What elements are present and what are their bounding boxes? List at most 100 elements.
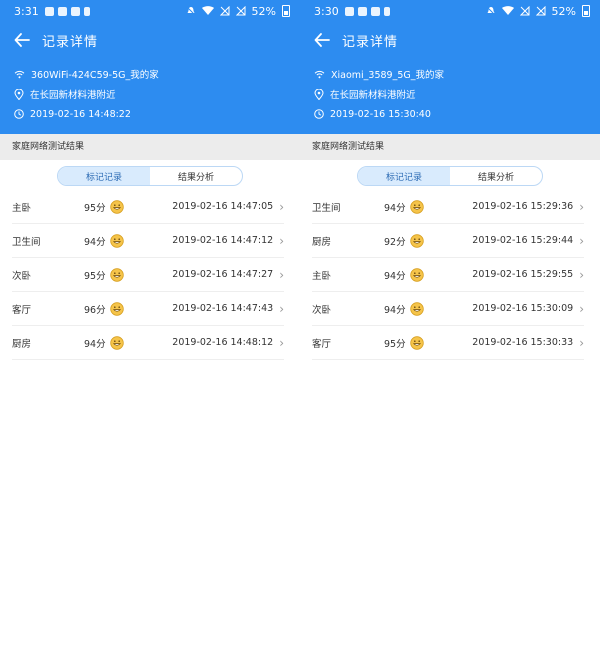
location-pin-icon xyxy=(314,88,324,100)
status-bar: 3:31 52% xyxy=(0,0,300,22)
room-name: 厨房 xyxy=(12,338,32,350)
list-item[interactable]: 卫生间 94分 2019-02-16 15:29:36 › xyxy=(312,190,584,224)
wifi-signal-icon xyxy=(201,6,214,15)
status-time: 3:30 xyxy=(314,4,339,18)
room-name: 主卧 xyxy=(12,202,32,214)
image-notification-icon xyxy=(370,6,380,16)
image-notification-icon xyxy=(70,6,80,16)
phone-left: 3:31 52% 记录详情 360WiFi-424C59-5G_我的家 在长园新… xyxy=(0,0,300,649)
page-title: 记录详情 xyxy=(342,34,399,50)
record-time: 2019-02-16 14:47:43 xyxy=(172,303,274,314)
list-item[interactable]: 主卧 94分 2019-02-16 15:29:55 › xyxy=(312,258,584,292)
battery-percent: 52% xyxy=(251,4,276,18)
record-timestamp: 2019-02-16 14:48:22 xyxy=(30,108,131,120)
time-row: 2019-02-16 14:48:22 xyxy=(14,104,300,124)
smiley-face-icon xyxy=(410,301,424,316)
list-item[interactable]: 客厅 96分 2019-02-16 14:47:43 › xyxy=(12,292,284,326)
room-name: 次卧 xyxy=(312,304,332,316)
score: 96分 xyxy=(84,304,106,316)
tab-mark-records[interactable]: 标记记录 xyxy=(358,167,450,185)
list-item[interactable]: 厨房 94分 2019-02-16 14:48:12 › xyxy=(12,326,284,360)
header: 3:31 52% 记录详情 360WiFi-424C59-5G_我的家 在长园新… xyxy=(0,0,300,134)
section-header: 家庭网络测试结果 xyxy=(0,134,300,160)
app-notification-icon xyxy=(44,6,54,16)
tab-result-analysis[interactable]: 结果分析 xyxy=(450,167,542,185)
list-item[interactable]: 次卧 94分 2019-02-16 15:30:09 › xyxy=(312,292,584,326)
room-name: 厨房 xyxy=(312,236,332,248)
back-arrow-icon xyxy=(314,33,330,47)
list-item[interactable]: 客厅 95分 2019-02-16 15:30:33 › xyxy=(312,326,584,360)
chevron-right-icon: › xyxy=(279,267,284,282)
battery-icon xyxy=(582,5,590,17)
clock-icon xyxy=(314,109,324,119)
smiley-face-icon xyxy=(110,335,124,350)
record-time: 2019-02-16 15:30:09 xyxy=(472,303,574,314)
clock-icon xyxy=(14,109,24,119)
score: 94分 xyxy=(84,338,106,350)
record-list: 卫生间 94分 2019-02-16 15:29:36 › 厨房 92分 201… xyxy=(300,190,600,360)
chevron-right-icon: › xyxy=(579,233,584,248)
smiley-face-icon xyxy=(410,267,424,282)
location-text: 在长园新材料港附近 xyxy=(330,90,416,101)
wifi-icon xyxy=(14,70,25,78)
app-notification-icon xyxy=(344,6,354,16)
segmented-control: 标记记录 结果分析 xyxy=(57,166,243,186)
record-list: 主卧 95分 2019-02-16 14:47:05 › 卫生间 94分 201… xyxy=(0,190,300,360)
system-icons: 52% xyxy=(186,5,290,18)
app-notification-icon xyxy=(357,6,367,16)
chevron-right-icon: › xyxy=(579,301,584,316)
section-header: 家庭网络测试结果 xyxy=(300,134,600,160)
score: 94分 xyxy=(384,270,406,282)
list-item[interactable]: 卫生间 94分 2019-02-16 14:47:12 › xyxy=(12,224,284,258)
wifi-row: 360WiFi-424C59-5G_我的家 xyxy=(14,64,300,84)
title-bar: 记录详情 xyxy=(300,22,600,58)
tab-result-analysis[interactable]: 结果分析 xyxy=(150,167,242,185)
mute-bell-icon xyxy=(186,6,195,16)
time-row: 2019-02-16 15:30:40 xyxy=(314,104,600,124)
record-time: 2019-02-16 15:29:44 xyxy=(472,235,574,246)
no-sim-icon xyxy=(519,6,530,16)
chevron-right-icon: › xyxy=(279,233,284,248)
list-item[interactable]: 次卧 95分 2019-02-16 14:47:27 › xyxy=(12,258,284,292)
wifi-icon xyxy=(314,70,325,78)
room-name: 卫生间 xyxy=(312,202,341,214)
score: 95分 xyxy=(84,202,106,214)
wifi-signal-icon xyxy=(501,6,514,15)
back-button[interactable] xyxy=(310,28,334,52)
record-info: 360WiFi-424C59-5G_我的家 在长园新材料港附近 2019-02-… xyxy=(0,58,300,124)
title-bar: 记录详情 xyxy=(0,22,300,58)
header: 3:30 52% 记录详情 Xiaomi_3589_5G_我的家 在长园新材料港… xyxy=(300,0,600,134)
app-notification-icon xyxy=(57,6,67,16)
record-time: 2019-02-16 14:47:12 xyxy=(172,235,274,246)
smiley-face-icon xyxy=(110,267,124,282)
no-signal-icon xyxy=(235,6,246,16)
record-time: 2019-02-16 15:29:55 xyxy=(472,269,574,280)
record-time: 2019-02-16 15:29:36 xyxy=(472,201,574,212)
segmented-control: 标记记录 结果分析 xyxy=(357,166,543,186)
location-row: 在长园新材料港附近 xyxy=(14,84,300,104)
chevron-right-icon: › xyxy=(579,267,584,282)
smiley-face-icon xyxy=(110,199,124,214)
wifi-name: Xiaomi_3589_5G_我的家 xyxy=(331,70,445,81)
list-item[interactable]: 主卧 95分 2019-02-16 14:47:05 › xyxy=(12,190,284,224)
back-button[interactable] xyxy=(10,28,34,52)
list-item[interactable]: 厨房 92分 2019-02-16 15:29:44 › xyxy=(312,224,584,258)
chevron-right-icon: › xyxy=(579,335,584,350)
location-text: 在长园新材料港附近 xyxy=(30,90,116,101)
status-bar: 3:30 52% xyxy=(300,0,600,22)
room-name: 主卧 xyxy=(312,270,332,282)
wifi-row: Xiaomi_3589_5G_我的家 xyxy=(314,64,600,84)
room-name: 卫生间 xyxy=(12,236,41,248)
smiley-face-icon xyxy=(110,301,124,316)
tab-mark-records[interactable]: 标记记录 xyxy=(58,167,150,185)
wifi-name: 360WiFi-424C59-5G_我的家 xyxy=(31,70,159,81)
battery-percent: 52% xyxy=(551,4,576,18)
status-time: 3:31 xyxy=(14,4,39,18)
phone-right: 3:30 52% 记录详情 Xiaomi_3589_5G_我的家 在长园新材料港… xyxy=(300,0,600,649)
record-info: Xiaomi_3589_5G_我的家 在长园新材料港附近 2019-02-16 … xyxy=(300,58,600,124)
page-title: 记录详情 xyxy=(42,34,99,50)
score: 94分 xyxy=(384,304,406,316)
score: 94分 xyxy=(384,202,406,214)
chevron-right-icon: › xyxy=(279,301,284,316)
room-name: 客厅 xyxy=(12,304,32,316)
